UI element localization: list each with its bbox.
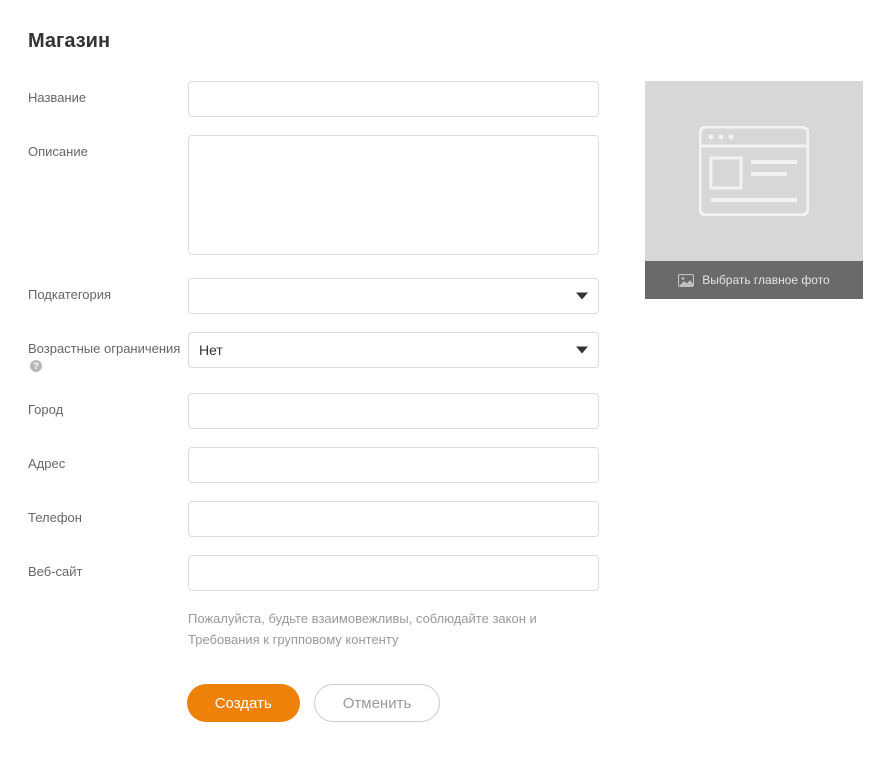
phone-input[interactable] xyxy=(188,501,599,537)
age-restriction-value: Нет xyxy=(199,342,223,358)
chevron-down-icon xyxy=(576,293,588,300)
address-input[interactable] xyxy=(188,447,599,483)
website-input[interactable] xyxy=(188,555,599,591)
form-column: Название Описание Подкатегория Возрастны xyxy=(28,81,599,722)
action-bar: Создать Отменить xyxy=(28,684,599,722)
disclaimer-prefix: Пожалуйста, будьте взаимовежливы, соблюд… xyxy=(188,611,537,626)
cancel-button[interactable]: Отменить xyxy=(314,684,441,722)
disclaimer-text: Пожалуйста, будьте взаимовежливы, соблюд… xyxy=(188,609,588,651)
row-name: Название xyxy=(28,81,599,117)
photo-box: Выбрать главное фото xyxy=(645,81,863,299)
label-subcategory: Подкатегория xyxy=(28,278,188,304)
row-description: Описание xyxy=(28,135,599,260)
create-button[interactable]: Создать xyxy=(187,684,300,722)
photo-placeholder xyxy=(645,81,863,261)
label-age-restriction-text: Возрастные ограничения xyxy=(28,341,180,356)
row-address: Адрес xyxy=(28,447,599,483)
description-input[interactable] xyxy=(188,135,599,255)
label-website: Веб-сайт xyxy=(28,555,188,581)
row-phone: Телефон xyxy=(28,501,599,537)
age-restriction-select[interactable]: Нет xyxy=(188,332,599,368)
label-name: Название xyxy=(28,81,188,107)
name-input[interactable] xyxy=(188,81,599,117)
photo-column: Выбрать главное фото xyxy=(645,81,863,299)
label-description: Описание xyxy=(28,135,188,161)
label-address: Адрес xyxy=(28,447,188,473)
help-icon[interactable]: ? xyxy=(30,360,42,372)
city-input[interactable] xyxy=(188,393,599,429)
label-city: Город xyxy=(28,393,188,419)
chevron-down-icon xyxy=(576,347,588,354)
row-website: Веб-сайт xyxy=(28,555,599,591)
label-phone: Телефон xyxy=(28,501,188,527)
row-age-restriction: Возрастные ограничения? Нет xyxy=(28,332,599,375)
image-icon xyxy=(678,274,694,287)
row-city: Город xyxy=(28,393,599,429)
choose-photo-label: Выбрать главное фото xyxy=(702,273,829,287)
choose-photo-button[interactable]: Выбрать главное фото xyxy=(645,261,863,299)
form-layout: Название Описание Подкатегория Возрастны xyxy=(28,81,863,722)
label-age-restriction: Возрастные ограничения? xyxy=(28,332,188,375)
page-title: Магазин xyxy=(28,30,863,53)
subcategory-select[interactable] xyxy=(188,278,599,314)
terms-link[interactable]: Требования к групповому контенту xyxy=(188,632,398,647)
browser-window-icon xyxy=(699,126,809,216)
row-subcategory: Подкатегория xyxy=(28,278,599,314)
